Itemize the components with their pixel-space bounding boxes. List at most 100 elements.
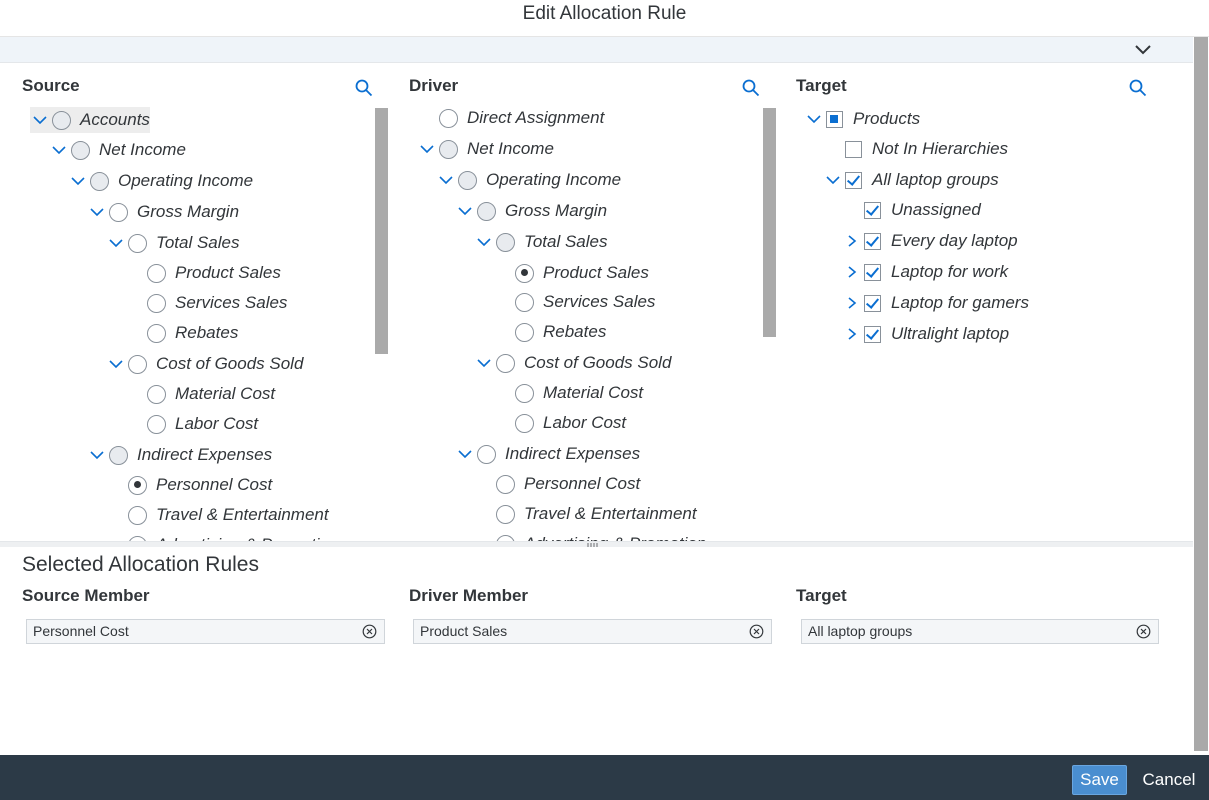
source-tree-node[interactable]: Travel & Entertainment xyxy=(106,502,329,528)
checkbox[interactable] xyxy=(864,325,881,343)
pane-splitter[interactable] xyxy=(0,541,1193,547)
radio-button[interactable] xyxy=(52,110,71,130)
source-tree-scrollbar[interactable] xyxy=(375,108,388,354)
chevron-down-icon[interactable] xyxy=(436,173,456,187)
radio-button[interactable] xyxy=(496,474,515,494)
chevron-down-icon[interactable] xyxy=(474,356,494,370)
radio-button[interactable] xyxy=(147,293,166,313)
target-tree-node[interactable]: Unassigned xyxy=(842,197,981,223)
radio-button[interactable] xyxy=(477,444,496,464)
radio-button[interactable] xyxy=(147,414,166,434)
radio-button[interactable] xyxy=(109,445,128,465)
search-icon[interactable] xyxy=(1129,79,1147,97)
chevron-down-icon[interactable] xyxy=(804,112,824,126)
driver-tree-node[interactable]: Cost of Goods Sold xyxy=(474,350,671,376)
radio-button[interactable] xyxy=(90,171,109,191)
driver-tree-node[interactable]: Gross Margin xyxy=(455,198,607,224)
target-tree-node[interactable]: Every day laptop xyxy=(842,228,1018,254)
driver-tree-node[interactable]: Material Cost xyxy=(493,380,643,406)
driver-tree-node[interactable]: Labor Cost xyxy=(493,410,626,436)
source-tree-node[interactable]: Rebates xyxy=(125,320,238,346)
chevron-down-icon[interactable] xyxy=(87,205,107,219)
chevron-down-icon[interactable] xyxy=(1133,41,1153,57)
target-tree-node[interactable]: Products xyxy=(804,106,920,132)
driver-tree-node[interactable]: Advertising & Promotion xyxy=(474,531,706,541)
search-icon[interactable] xyxy=(742,79,760,97)
driver-tree-scrollbar[interactable] xyxy=(763,108,776,337)
source-tree-node[interactable]: Total Sales xyxy=(106,230,239,256)
source-tree-node[interactable]: Net Income xyxy=(49,137,186,163)
close-circle-icon[interactable] xyxy=(1136,624,1151,639)
driver-member-token[interactable]: Product Sales xyxy=(413,619,772,644)
driver-tree-node[interactable]: Operating Income xyxy=(436,167,621,193)
chevron-down-icon[interactable] xyxy=(49,143,69,157)
target-tree-node[interactable]: Laptop for work xyxy=(842,259,1008,285)
dialog-scrollbar-thumb[interactable] xyxy=(1194,37,1208,751)
grip-icon[interactable] xyxy=(587,543,599,547)
checkbox[interactable] xyxy=(864,232,881,250)
driver-tree-node[interactable]: Travel & Entertainment xyxy=(474,501,697,527)
close-circle-icon[interactable] xyxy=(749,624,764,639)
driver-tree-node[interactable]: Total Sales xyxy=(474,229,607,255)
cancel-button[interactable]: Cancel xyxy=(1137,765,1201,795)
source-tree-node[interactable]: Product Sales xyxy=(125,260,281,286)
source-tree-node[interactable]: Personnel Cost xyxy=(106,472,272,498)
radio-button[interactable] xyxy=(477,201,496,221)
radio-button[interactable] xyxy=(147,384,166,404)
chevron-down-icon[interactable] xyxy=(474,235,494,249)
checkbox[interactable] xyxy=(826,110,843,128)
radio-button[interactable] xyxy=(496,232,515,252)
target-tree-node[interactable]: Ultralight laptop xyxy=(842,321,1009,347)
chevron-down-icon[interactable] xyxy=(823,173,843,187)
checkbox[interactable] xyxy=(864,201,881,219)
radio-button[interactable] xyxy=(515,383,534,403)
chevron-down-icon[interactable] xyxy=(30,113,50,127)
chevron-down-icon[interactable] xyxy=(455,447,475,461)
radio-button[interactable] xyxy=(439,108,458,128)
close-circle-icon[interactable] xyxy=(362,624,377,639)
target-tree-node[interactable]: Laptop for gamers xyxy=(842,290,1029,316)
source-tree-node[interactable]: Indirect Expenses xyxy=(87,442,272,468)
search-icon[interactable] xyxy=(355,79,373,97)
radio-button[interactable] xyxy=(128,233,147,253)
header-collapse-bar[interactable] xyxy=(0,37,1193,63)
chevron-right-icon[interactable] xyxy=(842,265,862,279)
source-tree-node[interactable]: Labor Cost xyxy=(125,411,258,437)
driver-tree-node[interactable]: Indirect Expenses xyxy=(455,441,640,467)
source-tree-node[interactable]: Services Sales xyxy=(125,290,287,316)
radio-button[interactable] xyxy=(515,292,534,312)
radio-button[interactable] xyxy=(128,475,147,495)
checkbox[interactable] xyxy=(845,140,862,158)
radio-button[interactable] xyxy=(109,202,128,222)
dialog-scrollbar[interactable] xyxy=(1193,37,1209,755)
radio-button[interactable] xyxy=(128,505,147,525)
driver-tree-node[interactable]: Services Sales xyxy=(493,289,655,315)
driver-tree-node[interactable]: Product Sales xyxy=(493,260,649,286)
chevron-down-icon[interactable] xyxy=(68,174,88,188)
chevron-down-icon[interactable] xyxy=(106,357,126,371)
driver-tree-node[interactable]: Personnel Cost xyxy=(474,471,640,497)
source-tree-node[interactable]: Operating Income xyxy=(68,168,253,194)
chevron-right-icon[interactable] xyxy=(842,327,862,341)
radio-button[interactable] xyxy=(439,139,458,159)
checkbox[interactable] xyxy=(845,171,862,189)
source-tree-node[interactable]: Accounts xyxy=(30,107,150,133)
chevron-down-icon[interactable] xyxy=(87,448,107,462)
driver-tree-node[interactable]: Direct Assignment xyxy=(417,105,604,131)
chevron-down-icon[interactable] xyxy=(455,204,475,218)
source-tree-node[interactable]: Material Cost xyxy=(125,381,275,407)
target-tree-node[interactable]: Not In Hierarchies xyxy=(823,136,1008,162)
radio-button[interactable] xyxy=(458,170,477,190)
chevron-right-icon[interactable] xyxy=(842,296,862,310)
checkbox[interactable] xyxy=(864,263,881,281)
radio-button[interactable] xyxy=(71,140,90,160)
radio-button[interactable] xyxy=(496,353,515,373)
source-tree-node[interactable]: Advertising & Promotion xyxy=(106,532,338,541)
source-member-token[interactable]: Personnel Cost xyxy=(26,619,385,644)
radio-button[interactable] xyxy=(128,354,147,374)
save-button[interactable]: Save xyxy=(1072,765,1127,795)
driver-tree-node[interactable]: Rebates xyxy=(493,319,606,345)
radio-button[interactable] xyxy=(147,263,166,283)
radio-button[interactable] xyxy=(515,413,534,433)
radio-button[interactable] xyxy=(515,322,534,342)
